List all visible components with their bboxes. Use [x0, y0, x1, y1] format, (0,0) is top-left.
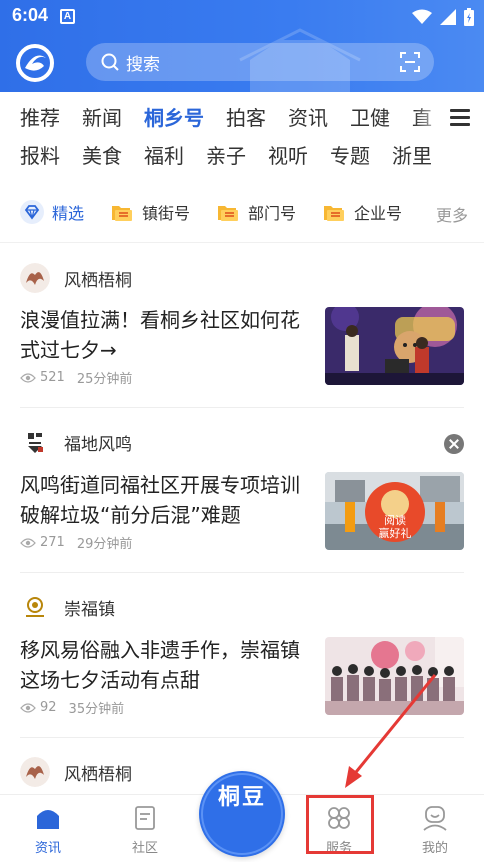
publish-time: 29分钟前 — [76, 537, 133, 552]
signal-icon — [440, 9, 456, 25]
nav-profile[interactable]: 我的 — [405, 805, 465, 856]
tab-fade — [414, 104, 484, 134]
battery-icon — [464, 8, 474, 26]
tab-food[interactable]: 美食 — [82, 142, 122, 170]
publish-time: 35分钟前 — [68, 702, 125, 717]
card-separator — [20, 737, 464, 738]
tab-report[interactable]: 报料 — [20, 142, 60, 170]
publish-time: 25分钟前 — [76, 372, 133, 387]
subnav-more-button[interactable]: 更多 — [425, 202, 468, 226]
eye-icon — [20, 372, 36, 383]
article-title[interactable]: 浪漫值拉满！看桐乡社区如何花式过七夕→ — [20, 305, 312, 365]
tab-parenting[interactable]: 亲子 — [206, 142, 246, 170]
folder-icon — [112, 206, 133, 221]
article-title[interactable]: 风鸣街道同福社区开展专项培训 破解垃圾“前分后混”难题 — [20, 470, 312, 530]
app-header: 6:04 A 搜索 — [0, 0, 484, 92]
article-thumbnail[interactable] — [325, 637, 464, 715]
subnav-enterprise-label: 企业号 — [354, 204, 403, 223]
channel-tabs-row-2: 报料 美食 福利 亲子 视听 专题 浙里 — [20, 142, 454, 170]
dismiss-button[interactable] — [444, 434, 464, 454]
document-icon — [135, 806, 155, 830]
subnav-departments[interactable]: 部门号 — [216, 200, 296, 224]
home-icon — [37, 810, 59, 829]
thumbnail-caption-gift: 赢好礼 — [378, 527, 412, 540]
source-name: 风栖梧桐 — [64, 764, 132, 785]
source-avatar — [20, 427, 50, 457]
folder-icon — [218, 206, 239, 221]
card-separator — [20, 407, 464, 408]
nav-community-label: 社区 — [131, 841, 158, 856]
wifi-icon — [412, 9, 432, 24]
eye-icon — [20, 702, 36, 713]
channel-tabs: 推荐 新闻 桐乡号 拍客 资讯 卫健 直 报料 美食 福利 亲子 视听 专题 浙… — [0, 92, 484, 184]
view-count: 271 — [40, 535, 65, 550]
article-thumbnail[interactable]: 阅读 赢好礼 — [325, 472, 464, 550]
tab-topics[interactable]: 专题 — [330, 142, 370, 170]
thumbnail-caption-reading: 阅读 — [384, 514, 406, 527]
search-bar[interactable]: 搜索 — [86, 43, 434, 81]
tab-health[interactable]: 卫健 — [350, 104, 390, 132]
tongdou-logo-icon — [201, 773, 283, 855]
tab-recommend[interactable]: 推荐 — [20, 104, 60, 132]
nav-community[interactable]: 社区 — [115, 805, 175, 856]
source-avatar — [20, 757, 50, 787]
notification-badge: A — [60, 9, 75, 24]
source-name: 福地风鸣 — [64, 434, 132, 455]
subnav-featured-label: 精选 — [52, 204, 85, 223]
view-count: 521 — [40, 370, 65, 385]
nav-news-label: 资讯 — [34, 841, 61, 856]
profile-icon — [423, 806, 447, 831]
tab-news[interactable]: 新闻 — [82, 104, 122, 132]
thumbnail-image-group-photo — [325, 637, 464, 715]
scan-icon[interactable] — [400, 52, 420, 72]
highlight-box — [306, 795, 374, 854]
nav-profile-label: 我的 — [421, 841, 448, 856]
card-source[interactable]: 崇福镇 — [20, 592, 115, 622]
tab-audiovisual[interactable]: 视听 — [268, 142, 308, 170]
channel-tabs-row-1: 推荐 新闻 桐乡号 拍客 资讯 卫健 直 — [20, 104, 454, 132]
search-icon — [101, 53, 119, 71]
article-thumbnail[interactable] — [325, 307, 464, 385]
subnav-towns[interactable]: 镇街号 — [110, 200, 190, 224]
subnav-towns-label: 镇街号 — [142, 204, 191, 223]
article-meta: 271 29分钟前 — [20, 533, 132, 552]
divider — [0, 242, 484, 243]
source-avatar — [20, 592, 50, 622]
card-source[interactable]: 风栖梧桐 — [20, 757, 132, 787]
search-placeholder: 搜索 — [126, 54, 160, 75]
app-logo-icon[interactable] — [16, 44, 54, 82]
tab-tongxiang-hao[interactable]: 桐乡号 — [144, 104, 204, 132]
nav-news[interactable]: 资讯 — [18, 805, 78, 856]
thumbnail-image-concert — [325, 307, 464, 385]
source-name: 风栖梧桐 — [64, 270, 132, 291]
card-source[interactable]: 风栖梧桐 — [20, 263, 132, 293]
article-title[interactable]: 移风易俗融入非遗手作，崇福镇这场七夕活动有点甜 — [20, 635, 312, 695]
source-avatar — [20, 263, 50, 293]
channel-menu-icon[interactable] — [450, 109, 470, 127]
card-separator — [20, 572, 464, 573]
folder-icon — [324, 206, 345, 221]
status-bar: 6:04 A — [0, 0, 484, 32]
tab-welfare[interactable]: 福利 — [144, 142, 184, 170]
source-name: 崇福镇 — [64, 599, 115, 620]
tab-zheli[interactable]: 浙里 — [392, 142, 432, 170]
view-count: 92 — [40, 700, 57, 715]
tab-info[interactable]: 资讯 — [288, 104, 328, 132]
sub-navigation: 精选 镇街号 部门号 企业号 更多 — [0, 190, 484, 234]
tab-paike[interactable]: 拍客 — [226, 104, 266, 132]
diamond-icon — [20, 200, 44, 224]
thumbnail-caption: 阅读 赢好礼 — [370, 514, 420, 540]
eye-icon — [20, 537, 36, 548]
article-meta: 521 25分钟前 — [20, 368, 132, 387]
subnav-enterprise[interactable]: 企业号 — [322, 200, 402, 224]
status-time: 6:04 — [12, 5, 49, 25]
status-icons — [412, 7, 474, 27]
article-meta: 92 35分钟前 — [20, 698, 124, 717]
subnav-featured[interactable]: 精选 — [20, 200, 84, 224]
center-button-label: 桐豆 — [217, 785, 266, 810]
subnav-departments-label: 部门号 — [248, 204, 297, 223]
card-source[interactable]: 福地风鸣 — [20, 427, 132, 457]
center-tongdou-button[interactable]: 桐豆 — [199, 771, 285, 857]
